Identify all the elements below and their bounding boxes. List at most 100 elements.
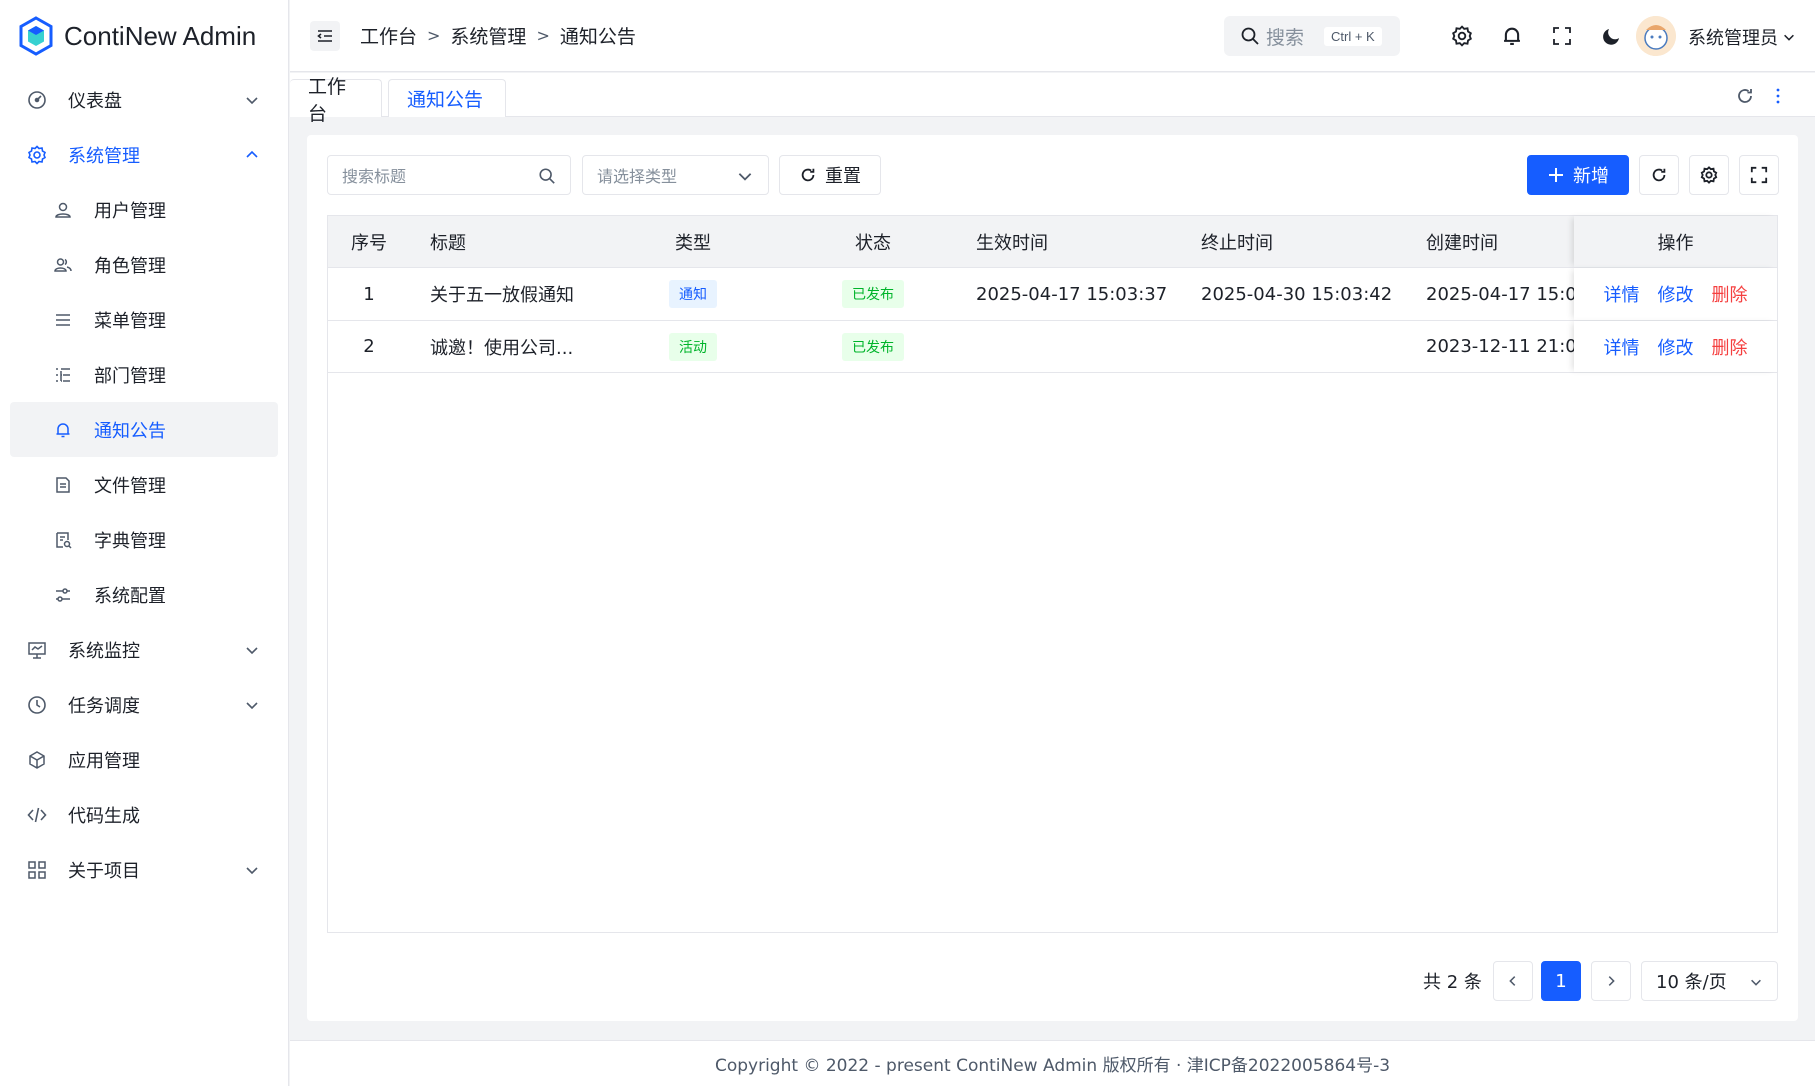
avatar[interactable] bbox=[1636, 16, 1676, 56]
search-icon bbox=[539, 168, 555, 184]
notice-table: 序号 标题 类型 状态 生效时间 终止时间 创建时间 操作 1 关于五一放假通知… bbox=[327, 215, 1778, 933]
title-search-input[interactable]: 搜索标题 bbox=[327, 155, 571, 195]
add-button[interactable]: 新增 bbox=[1527, 155, 1629, 195]
fullscreen-icon bbox=[1750, 166, 1768, 184]
sidebar-item-menus[interactable]: 菜单管理 bbox=[10, 292, 278, 347]
sidebar-item-scheduler[interactable]: 任务调度 bbox=[10, 677, 278, 732]
column-header-type: 类型 bbox=[675, 232, 711, 254]
sidebar-item-label: 任务调度 bbox=[68, 695, 140, 717]
delete-link[interactable]: 删除 bbox=[1712, 334, 1748, 360]
sidebar-item-label: 菜单管理 bbox=[94, 310, 166, 332]
cell-title: 关于五一放假通知 bbox=[430, 285, 574, 306]
tab-notices[interactable]: 通知公告 bbox=[388, 79, 506, 117]
sidebar-item-label: 用户管理 bbox=[94, 200, 166, 222]
logo[interactable]: ContiNew Admin bbox=[0, 0, 288, 72]
table-fullscreen-button[interactable] bbox=[1739, 155, 1779, 195]
refresh-icon bbox=[1652, 168, 1666, 182]
refresh-table-button[interactable] bbox=[1639, 155, 1679, 195]
tab-more-button[interactable] bbox=[1768, 86, 1788, 106]
cell-type: 通知 bbox=[618, 268, 768, 320]
cell-status: 已发布 bbox=[798, 268, 948, 320]
sidebar-item-users[interactable]: 用户管理 bbox=[10, 182, 278, 237]
column-header-terminate-time: 终止时间 bbox=[1201, 232, 1273, 254]
menu-fold-icon bbox=[317, 29, 332, 42]
search-icon bbox=[1241, 27, 1259, 45]
user-icon bbox=[52, 199, 74, 221]
page-button-current[interactable]: 1 bbox=[1541, 961, 1581, 1001]
next-page-button[interactable] bbox=[1591, 961, 1631, 1001]
prev-page-button[interactable] bbox=[1493, 961, 1533, 1001]
dashboard-icon bbox=[26, 89, 48, 111]
moon-icon bbox=[1603, 29, 1619, 45]
sidebar-item-label: 应用管理 bbox=[68, 750, 140, 772]
cell-actions: 详情 修改 删除 bbox=[1574, 321, 1777, 372]
logo-icon bbox=[19, 16, 53, 56]
sidebar-item-notices[interactable]: 通知公告 bbox=[10, 402, 278, 457]
table-header: 序号 标题 类型 状态 生效时间 终止时间 创建时间 操作 bbox=[328, 216, 1777, 267]
refresh-tab-button[interactable] bbox=[1735, 86, 1755, 106]
settings-button[interactable] bbox=[1450, 24, 1474, 48]
chevron-right-icon bbox=[1608, 976, 1615, 986]
edit-link[interactable]: 修改 bbox=[1658, 281, 1694, 307]
sidebar-item-config[interactable]: 系统配置 bbox=[10, 567, 278, 622]
type-select-placeholder: 请选择类型 bbox=[597, 167, 678, 186]
collapse-sidebar-button[interactable] bbox=[310, 20, 340, 51]
cell-index: 1 bbox=[363, 283, 375, 305]
sidebar-item-about[interactable]: 关于项目 bbox=[10, 842, 278, 897]
table-row: 1 关于五一放假通知 通知 已发布 2025-04-17 15:03:37 20… bbox=[328, 267, 1777, 320]
sidebar-item-roles[interactable]: 角色管理 bbox=[10, 237, 278, 292]
copyright-text: Copyright © 2022 - present ContiNew Admi… bbox=[714, 1056, 1391, 1076]
sidebar-item-monitor[interactable]: 系统监控 bbox=[10, 622, 278, 677]
column-settings-button[interactable] bbox=[1689, 155, 1729, 195]
chevron-down-icon bbox=[246, 701, 258, 709]
chevron-right-icon: > bbox=[427, 26, 441, 45]
app-title: ContiNew Admin bbox=[64, 20, 257, 51]
reset-label: 重置 bbox=[825, 166, 861, 187]
breadcrumb-item[interactable]: 工作台 bbox=[360, 22, 417, 49]
tab-label: 工作台 bbox=[308, 75, 347, 125]
sidebar-item-label: 部门管理 bbox=[94, 365, 166, 387]
sidebar-item-codegen[interactable]: 代码生成 bbox=[10, 787, 278, 842]
users-icon bbox=[52, 254, 74, 276]
type-select[interactable]: 请选择类型 bbox=[582, 155, 769, 195]
footer: Copyright © 2022 - present ContiNew Admi… bbox=[290, 1040, 1815, 1086]
bell-icon bbox=[52, 419, 74, 441]
fullscreen-button[interactable] bbox=[1550, 24, 1574, 48]
bell-icon bbox=[1504, 27, 1520, 45]
chevron-down-icon bbox=[1784, 34, 1794, 41]
sidebar-item-departments[interactable]: 部门管理 bbox=[10, 347, 278, 402]
reset-button[interactable]: 重置 bbox=[779, 155, 881, 195]
gear-icon bbox=[1452, 25, 1472, 47]
add-label: 新增 bbox=[1573, 166, 1609, 187]
sidebar-item-apps[interactable]: 应用管理 bbox=[10, 732, 278, 787]
detail-link[interactable]: 详情 bbox=[1604, 334, 1640, 360]
tab-workbench[interactable]: 工作台 bbox=[290, 76, 382, 125]
theme-toggle-button[interactable] bbox=[1600, 24, 1624, 48]
sidebar-item-dashboard[interactable]: 仪表盘 bbox=[10, 72, 278, 127]
sidebar-menu: 仪表盘 系统管理 用户管理 角色管理 菜单管理 部门管理 通知公告 文件管理 字… bbox=[0, 72, 288, 897]
sidebar-item-system[interactable]: 系统管理 bbox=[10, 127, 278, 182]
sliders-icon bbox=[52, 584, 74, 606]
cell-actions: 详情 修改 删除 bbox=[1574, 268, 1777, 320]
title-search-placeholder: 搜索标题 bbox=[342, 167, 407, 186]
detail-link[interactable]: 详情 bbox=[1604, 281, 1640, 307]
notifications-button[interactable] bbox=[1500, 24, 1524, 48]
status-badge: 已发布 bbox=[842, 280, 904, 308]
column-header-status: 状态 bbox=[855, 232, 891, 254]
delete-link[interactable]: 删除 bbox=[1712, 281, 1748, 307]
cell-created-time: 2025-04-17 15:06: bbox=[1426, 283, 1576, 305]
breadcrumb-item[interactable]: 系统管理 bbox=[450, 22, 526, 49]
search-shortcut: Ctrl + K bbox=[1324, 26, 1382, 46]
more-vertical-icon bbox=[1776, 88, 1780, 104]
sidebar-item-label: 字典管理 bbox=[94, 530, 166, 552]
table-row: 2 诚邀！使用公司... 活动 已发布 2023-12-11 21:05: 详情… bbox=[328, 320, 1777, 373]
user-menu[interactable]: 系统管理员 bbox=[1688, 24, 1796, 50]
edit-link[interactable]: 修改 bbox=[1658, 334, 1694, 360]
sidebar-item-dictionary[interactable]: 字典管理 bbox=[10, 512, 278, 567]
column-header-created-time: 创建时间 bbox=[1426, 232, 1498, 254]
sidebar-item-label: 仪表盘 bbox=[68, 90, 122, 112]
global-search[interactable]: 搜索 Ctrl + K bbox=[1224, 16, 1400, 56]
sidebar-item-files[interactable]: 文件管理 bbox=[10, 457, 278, 512]
page-size-select[interactable]: 10 条/页 bbox=[1641, 961, 1778, 1001]
breadcrumb: 工作台 > 系统管理 > 通知公告 bbox=[360, 22, 636, 49]
